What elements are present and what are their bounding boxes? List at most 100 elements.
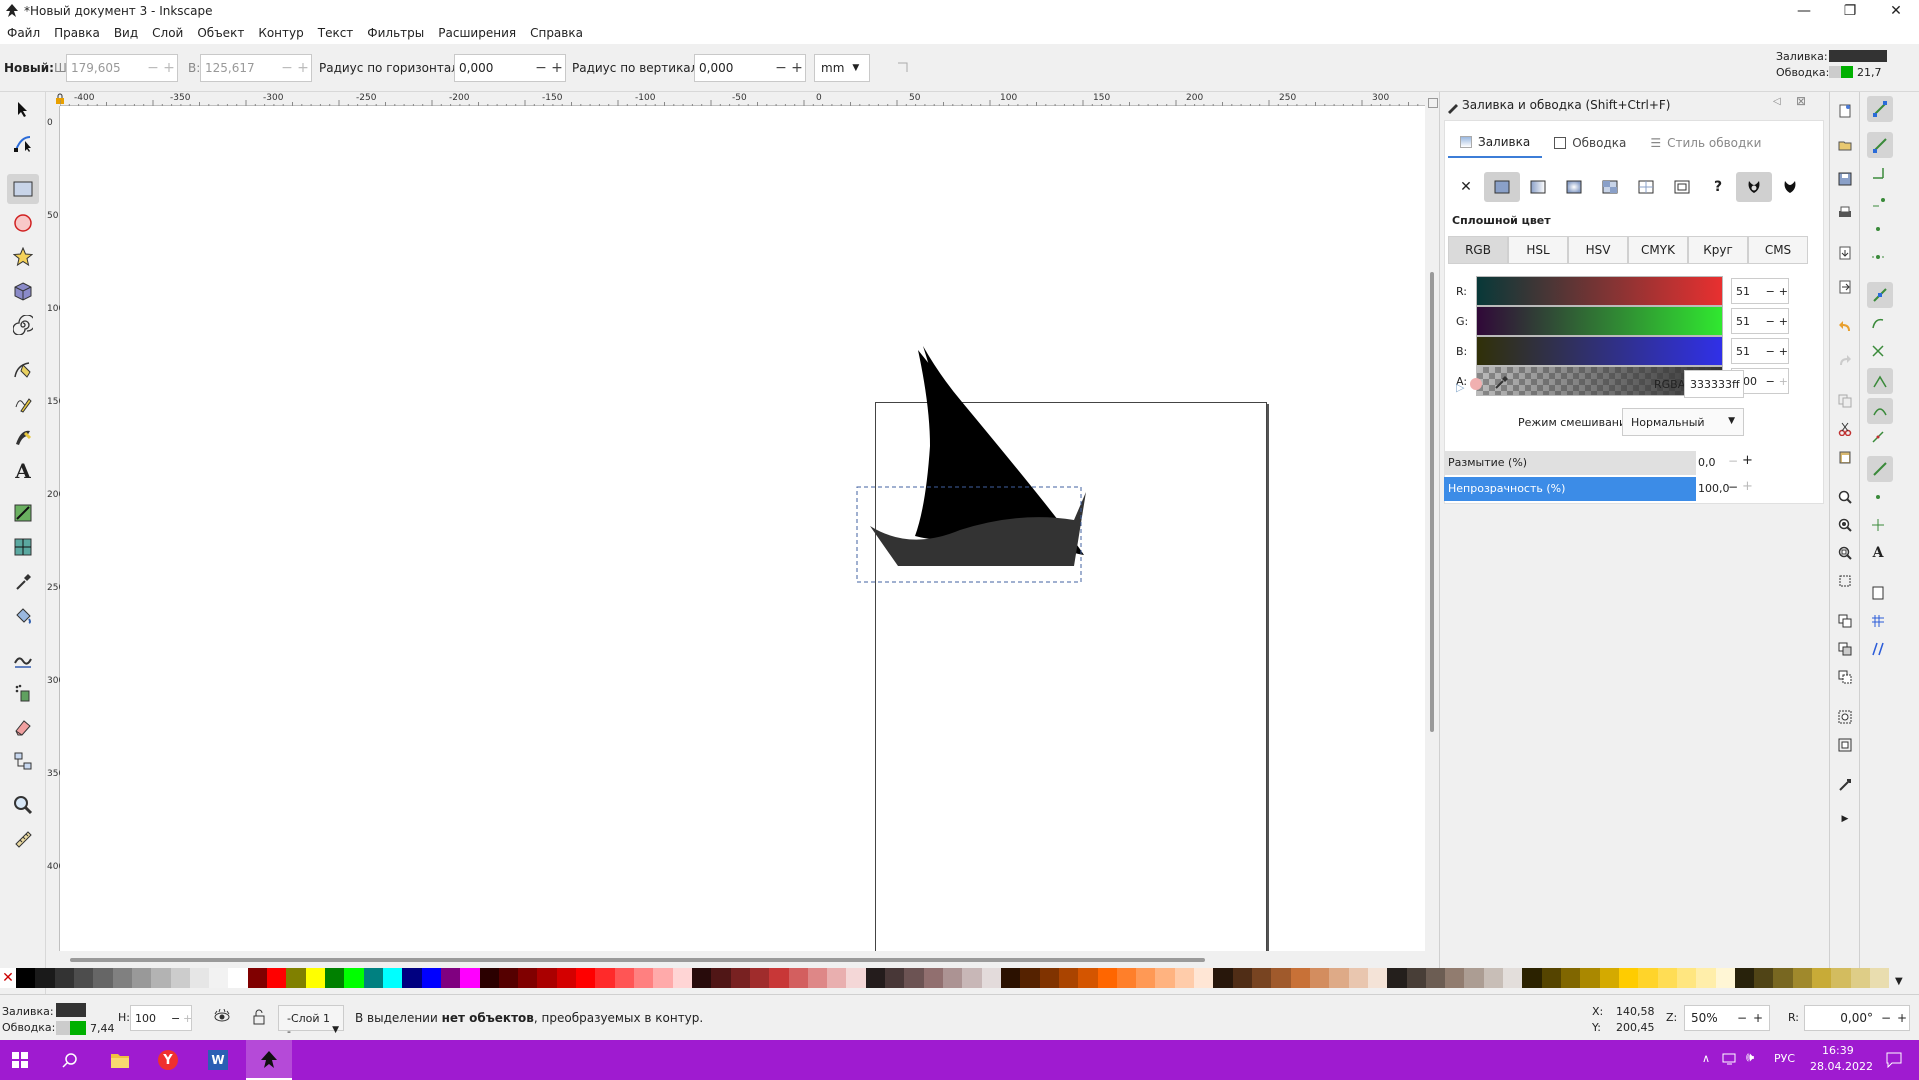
scroll-thumb[interactable] [1430, 272, 1434, 732]
snap-text-baseline-icon[interactable]: A [1867, 542, 1889, 564]
ungroup-icon[interactable] [1834, 734, 1856, 756]
palette-swatch[interactable] [35, 968, 55, 988]
canvas-horizontal-scrollbar[interactable] [60, 951, 1425, 968]
palette-swatch[interactable] [1812, 968, 1832, 988]
clock-time[interactable]: 16:39 [1822, 1044, 1854, 1057]
clone-icon[interactable] [1834, 638, 1856, 660]
minus-icon[interactable]: − [1728, 454, 1738, 468]
palette-swatch[interactable] [807, 968, 828, 988]
save-icon[interactable] [1834, 168, 1856, 190]
node-tool-icon[interactable] [7, 128, 39, 158]
palette-swatch[interactable] [421, 968, 441, 988]
snap-bbox-midpoints-icon[interactable] [1867, 218, 1889, 240]
minimize-button[interactable]: — [1781, 0, 1827, 22]
palette-swatch[interactable] [1715, 968, 1735, 988]
layer-dropdown[interactable]: -Слой 1 - ▼ [278, 1005, 344, 1038]
minus-icon[interactable]: − [1737, 1011, 1747, 1025]
measure-tool-icon[interactable] [7, 824, 39, 854]
minus-icon[interactable]: − [145, 60, 161, 76]
palette-swatch[interactable] [1734, 968, 1755, 988]
fill-rule-nonzero-icon[interactable] [1772, 172, 1808, 202]
rotation-spinbox[interactable]: 0,00° − + [1804, 1005, 1910, 1031]
open-icon[interactable] [1834, 134, 1856, 156]
print-icon[interactable] [1834, 202, 1856, 224]
snap-bbox-edges-icon[interactable] [1867, 162, 1889, 184]
mode-cms[interactable]: CMS [1748, 236, 1808, 264]
notifications-icon[interactable] [1886, 1052, 1902, 1068]
palette-swatch[interactable] [1367, 968, 1388, 988]
paste-icon[interactable] [1834, 446, 1856, 468]
palette-swatch[interactable] [730, 968, 750, 988]
snap-page-border-icon[interactable] [1867, 582, 1889, 604]
plus-icon[interactable]: + [1779, 375, 1788, 388]
palette-swatch[interactable] [614, 968, 634, 988]
redo-icon[interactable] [1834, 350, 1856, 372]
palette-swatch[interactable] [537, 968, 557, 988]
palette-swatch[interactable] [1348, 968, 1368, 988]
palette-swatch[interactable] [325, 968, 345, 988]
palette-swatch[interactable] [923, 968, 943, 988]
palette-swatch[interactable] [788, 968, 808, 988]
layer-visibility-eye-icon[interactable] [214, 1009, 230, 1025]
ry-spinbox[interactable]: −+ [694, 54, 806, 82]
palette-swatch[interactable] [1000, 968, 1021, 988]
menu-path[interactable]: Контур [251, 26, 310, 40]
linear-gradient-icon[interactable] [1520, 172, 1556, 202]
menu-layer[interactable]: Слой [145, 26, 190, 40]
blur-value[interactable]: 0,0 [1698, 456, 1716, 469]
palette-swatch[interactable] [1599, 968, 1619, 988]
pattern-icon[interactable] [1628, 172, 1664, 202]
star-tool-icon[interactable] [7, 242, 39, 272]
palette-swatch[interactable] [247, 968, 268, 988]
opacity-value[interactable]: 100,0 [1698, 482, 1730, 495]
palette-swatch[interactable] [1561, 968, 1581, 988]
menu-object[interactable]: Объект [190, 26, 251, 40]
palette-menu-icon[interactable]: ▼ [1895, 976, 1903, 987]
zoom-corner-icon[interactable] [1428, 98, 1438, 108]
minus-icon[interactable]: − [533, 60, 549, 76]
palette-swatch[interactable] [634, 968, 654, 988]
palette-swatch[interactable] [1425, 968, 1446, 988]
green-spinbox[interactable]: 51− + [1731, 308, 1789, 334]
file-explorer-icon[interactable] [110, 1051, 130, 1069]
palette-swatch[interactable] [131, 968, 152, 988]
tab-fill[interactable]: Заливка [1448, 128, 1543, 158]
palette-swatch[interactable] [691, 968, 712, 988]
unlink-clone-icon[interactable] [1834, 666, 1856, 688]
close-button[interactable]: ✕ [1873, 0, 1919, 22]
palette-swatch[interactable] [672, 968, 692, 988]
palette-swatch[interactable] [54, 968, 74, 988]
menu-file[interactable]: Файл [0, 26, 47, 40]
palette-swatch[interactable] [1329, 968, 1349, 988]
panel-collapse-icon[interactable]: ◁ [1773, 96, 1781, 107]
menu-extensions[interactable]: Расширения [431, 26, 523, 40]
panel-close-icon[interactable]: ⊠ [1796, 94, 1806, 108]
palette-swatch[interactable] [344, 968, 364, 988]
plus-icon[interactable]: + [1897, 1011, 1907, 1025]
mode-cmyk[interactable]: CMYK [1628, 236, 1688, 264]
menu-filters[interactable]: Фильтры [360, 26, 431, 40]
palette-swatch[interactable] [1058, 968, 1079, 988]
red-slider[interactable] [1476, 276, 1723, 306]
minus-icon[interactable]: − [171, 1012, 180, 1025]
layer-lock-icon[interactable] [252, 1009, 266, 1025]
minus-icon[interactable]: − [1766, 315, 1775, 328]
palette-swatch[interactable] [576, 968, 596, 988]
menu-view[interactable]: Вид [107, 26, 145, 40]
more-commands-icon[interactable]: ▶ [1834, 808, 1856, 830]
copy-icon[interactable] [1834, 390, 1856, 412]
snap-nodes-icon[interactable] [1867, 282, 1893, 308]
palette-swatch[interactable] [1136, 968, 1156, 988]
palette-swatch[interactable] [769, 968, 789, 988]
duplicate-icon[interactable] [1834, 610, 1856, 632]
no-paint-icon[interactable]: ✕ [1448, 172, 1484, 202]
palette-swatch[interactable] [1155, 968, 1175, 988]
volume-icon[interactable]: 🕪 [1746, 1050, 1754, 1065]
mesh-tool-icon[interactable] [7, 532, 39, 562]
palette-swatch[interactable] [1503, 968, 1523, 988]
inkscape-taskbar-button[interactable] [246, 1040, 292, 1080]
palette-swatch[interactable] [962, 968, 982, 988]
undo-icon[interactable] [1834, 316, 1856, 338]
blue-spinbox[interactable]: 51− + [1731, 338, 1789, 364]
opacity-slider[interactable]: Непрозрачность (%) [1444, 477, 1696, 501]
